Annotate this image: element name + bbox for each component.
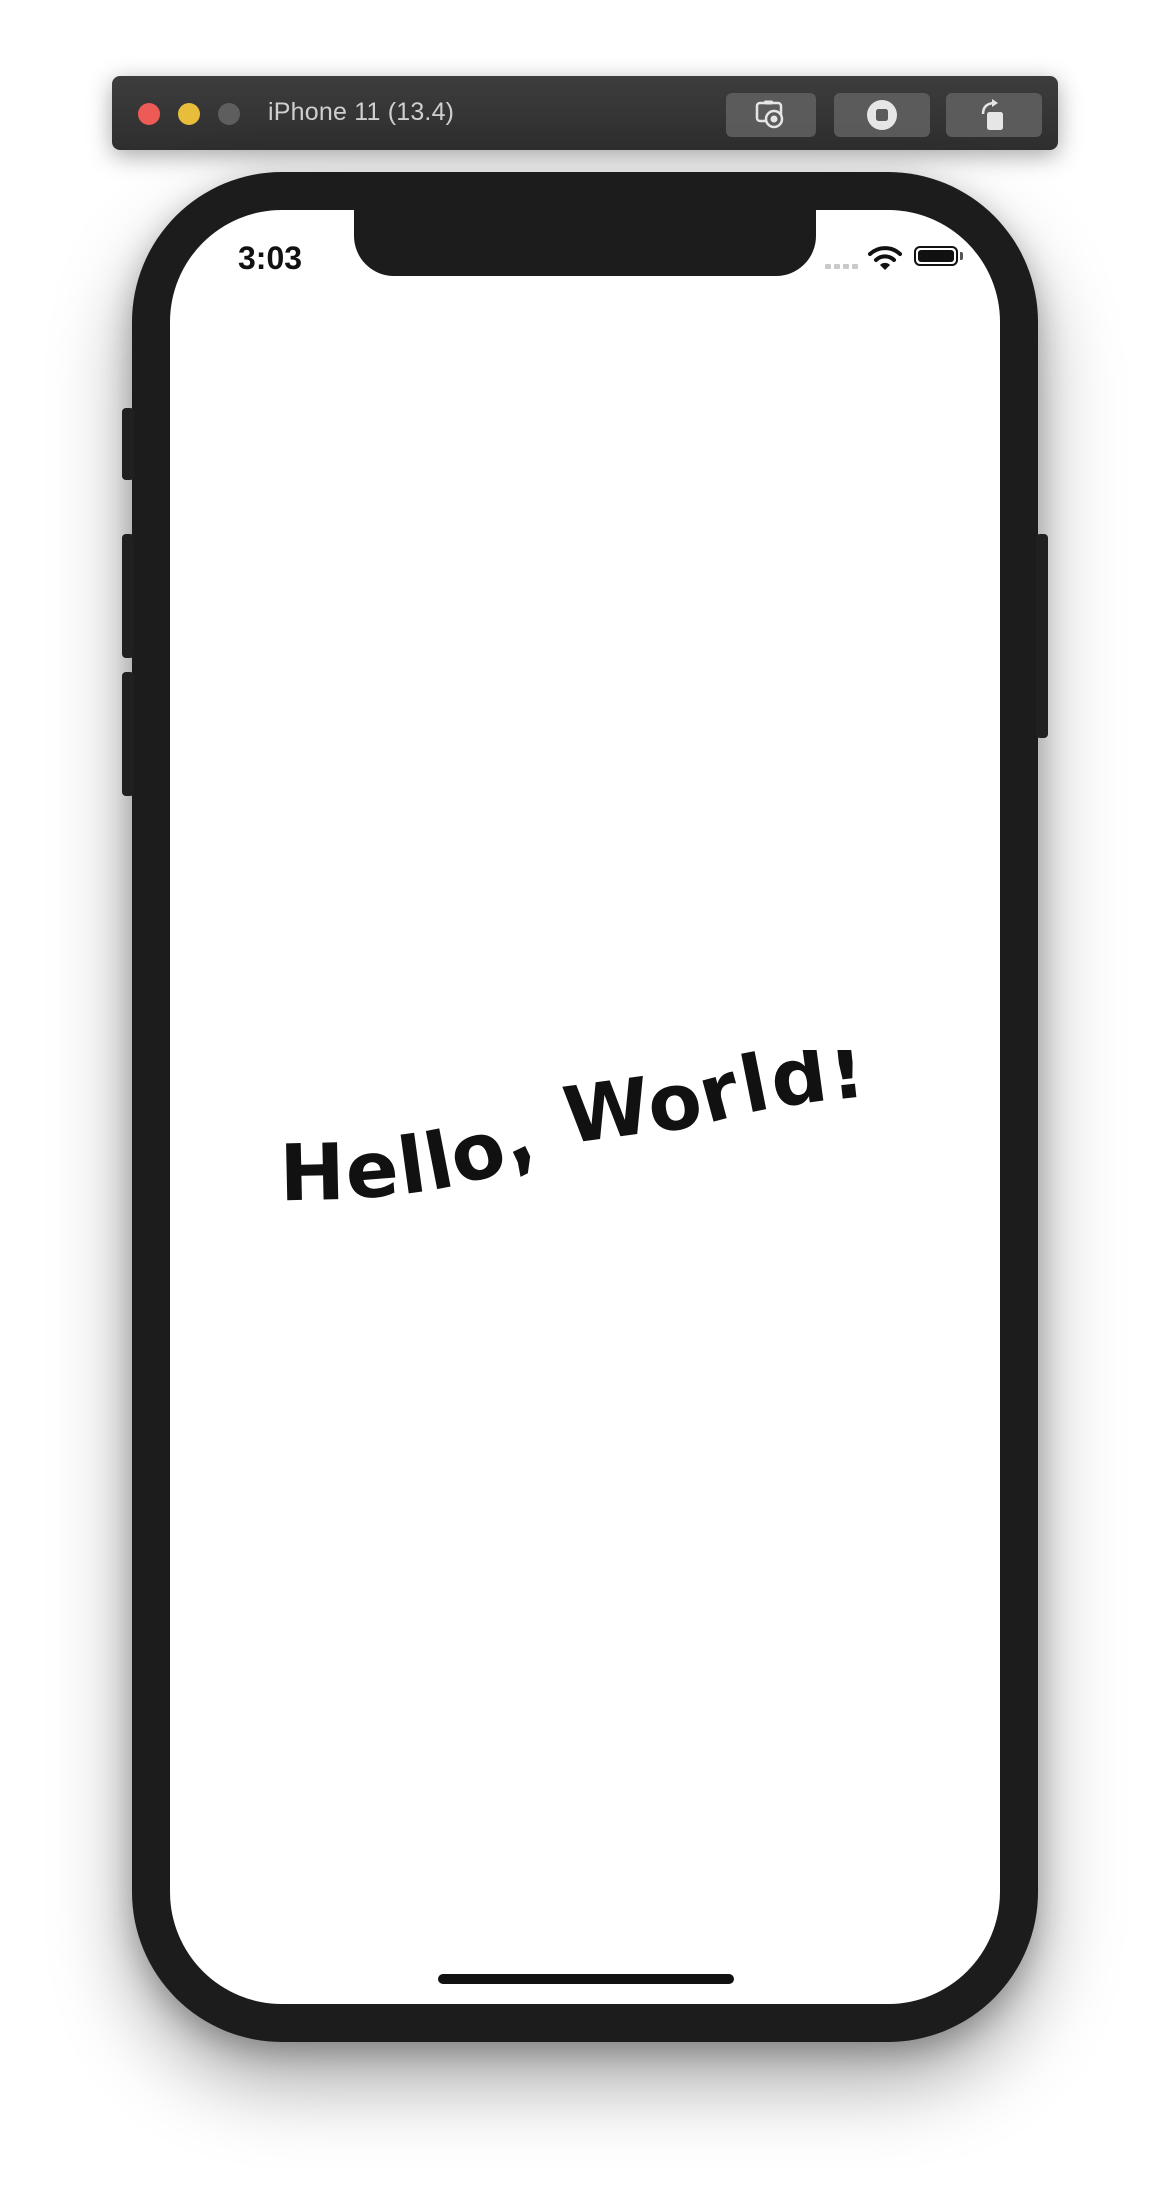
battery-icon	[914, 246, 958, 266]
power-button[interactable]	[1036, 534, 1048, 738]
rotate-icon	[981, 99, 1003, 130]
iphone-device-frame: 3:03 Hello, World!	[122, 172, 1048, 2042]
close-window-button[interactable]	[138, 103, 160, 125]
hello-world-label: Hello, World!	[279, 1050, 870, 1219]
minimize-window-button[interactable]	[178, 103, 200, 125]
mute-switch[interactable]	[122, 408, 134, 480]
battery-level-fill	[918, 250, 954, 262]
camera-icon	[755, 100, 784, 129]
rotate-button[interactable]	[946, 93, 1042, 137]
window-title: iPhone 11 (13.4)	[268, 98, 455, 126]
cellular-signal-icon	[825, 264, 858, 269]
device-screen[interactable]: 3:03 Hello, World!	[170, 210, 1000, 2004]
hello-world-graphic: Hello, World!	[279, 1050, 872, 1219]
title-bar[interactable]: iPhone 11 (13.4)	[112, 76, 1058, 150]
home-icon	[867, 100, 897, 130]
notch	[354, 210, 816, 276]
simulator-window: iPhone 11 (13.4) 3:03 Hello, World!	[112, 76, 1058, 2126]
wifi-icon	[868, 246, 902, 270]
battery-cap	[960, 252, 963, 260]
screenshot-button[interactable]	[726, 93, 816, 137]
home-indicator[interactable]	[438, 1974, 734, 1984]
home-button[interactable]	[834, 93, 930, 137]
hello-world-text: Hello, World!	[279, 1050, 872, 1219]
volume-down-button[interactable]	[122, 672, 134, 796]
zoom-window-button[interactable]	[218, 103, 240, 125]
status-time: 3:03	[238, 240, 303, 276]
volume-up-button[interactable]	[122, 534, 134, 658]
